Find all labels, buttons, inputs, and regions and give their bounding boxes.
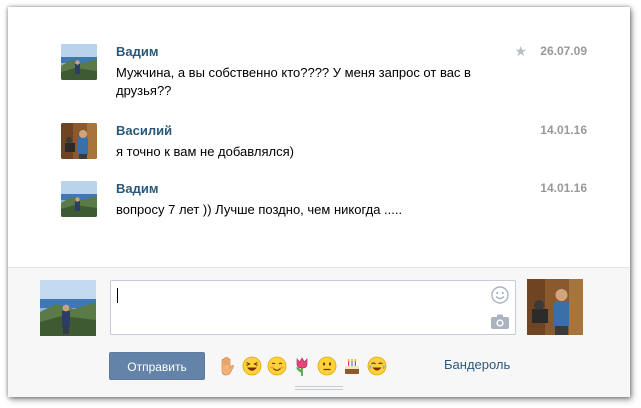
message-list: Вадим ★ 26.07.09 Мужчина, а вы собственн…	[8, 7, 630, 267]
message-text: я точно к вам не добавлялся)	[116, 143, 516, 161]
blushing-emoji[interactable]	[266, 355, 288, 377]
my-avatar[interactable]	[40, 280, 96, 336]
camera-icon[interactable]	[491, 314, 509, 334]
birthday-cake-emoji[interactable]	[341, 355, 363, 377]
author-avatar[interactable]	[61, 123, 97, 159]
author-name[interactable]: Василий	[116, 123, 172, 138]
message-line: Мужчина, а вы собственно кто???? У меня …	[116, 65, 471, 80]
handle-line	[295, 389, 343, 390]
author-name[interactable]: Вадим	[116, 44, 158, 59]
message-text: вопросу 7 лет )) Лучше поздно, чем никог…	[116, 201, 516, 219]
message-date[interactable]: 14.01.16	[540, 181, 587, 195]
message-text: Мужчина, а вы собственно кто???? У меня …	[116, 64, 516, 100]
message-composer: Отправить Бандероль	[8, 267, 630, 397]
text-caret	[117, 288, 118, 303]
message-line: друзья??	[116, 83, 172, 98]
author-avatar[interactable]	[61, 44, 97, 80]
author-name[interactable]: Вадим	[116, 181, 158, 196]
parcel-link[interactable]: Бандероль	[444, 357, 510, 372]
smile-icon[interactable]	[491, 286, 509, 309]
raised-hand-emoji[interactable]	[216, 355, 238, 377]
author-avatar[interactable]	[61, 181, 97, 217]
tulip-emoji[interactable]	[291, 355, 313, 377]
laughing-emoji[interactable]	[241, 355, 263, 377]
message-line: вопросу 7 лет )) Лучше поздно, чем никог…	[116, 202, 403, 217]
resize-handle[interactable]	[295, 386, 343, 392]
message-line: я точно к вам не добавлялся)	[116, 144, 294, 159]
message-input[interactable]	[110, 280, 516, 335]
handle-line	[295, 386, 343, 387]
message-date[interactable]: 14.01.16	[540, 123, 587, 137]
send-button[interactable]: Отправить	[109, 352, 205, 380]
neutral-face-emoji[interactable]	[316, 355, 338, 377]
peer-avatar[interactable]	[527, 279, 583, 335]
dialog-window: Вадим ★ 26.07.09 Мужчина, а вы собственн…	[8, 7, 630, 397]
crying-laughing-emoji[interactable]	[366, 355, 388, 377]
message-date[interactable]: 26.07.09	[540, 44, 587, 58]
star-icon[interactable]: ★	[514, 43, 527, 60]
